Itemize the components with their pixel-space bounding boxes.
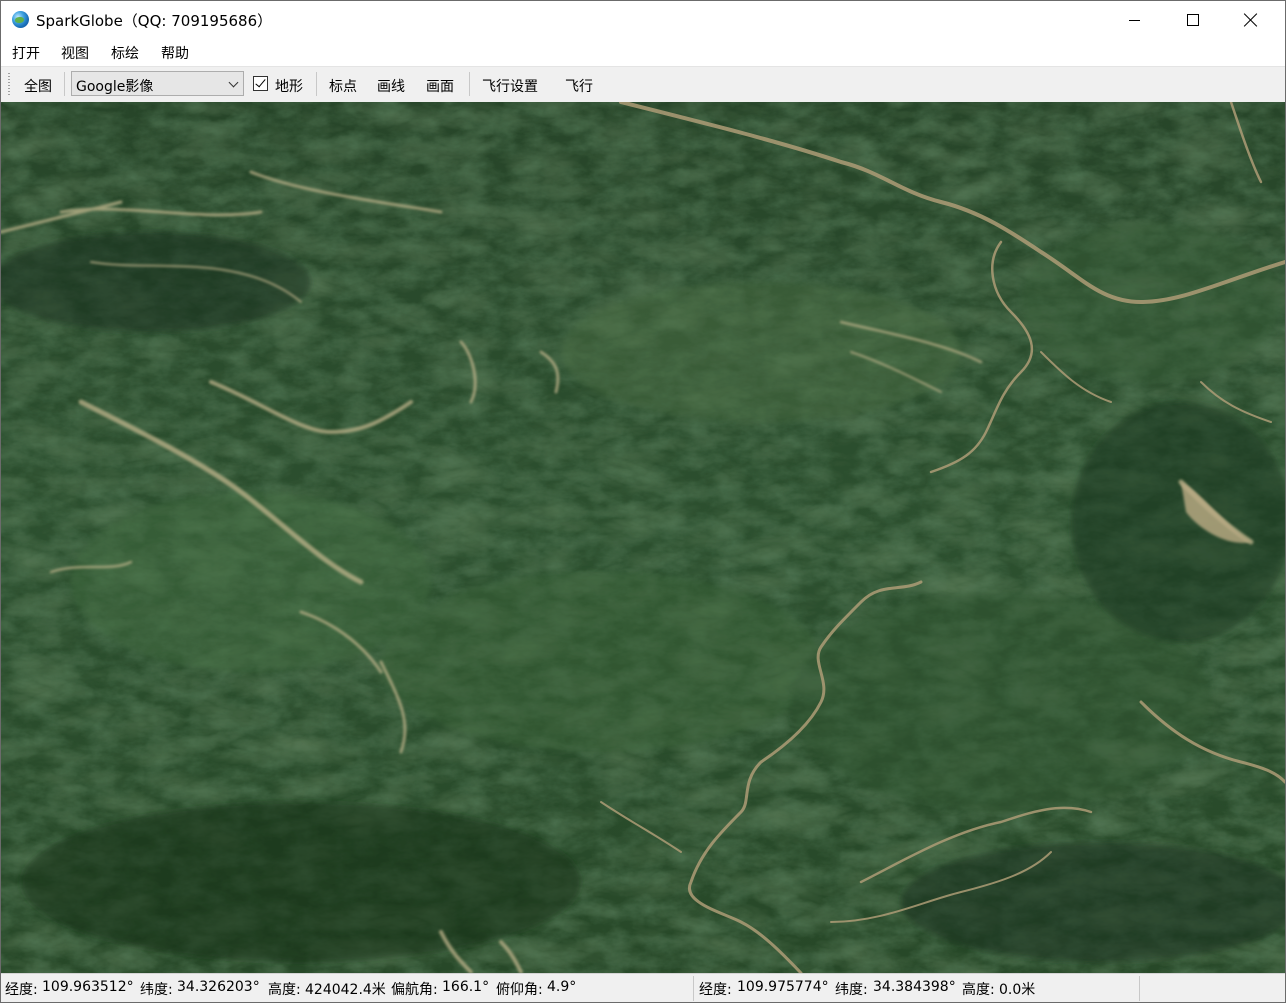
camera-latitude-value: 34.326203°	[177, 979, 260, 995]
cursor-status-pane: 经度: 109.975774° 纬度: 34.384398° 高度: 0.0米	[695, 974, 1139, 1002]
title-bar[interactable]: SparkGlobe（QQ: 709195686）	[1, 1, 1285, 39]
status-divider	[693, 976, 694, 1001]
camera-pitch-value: 4.9°	[547, 979, 577, 995]
chevron-down-icon	[228, 77, 239, 88]
terrain-checkbox-label[interactable]: 地形	[275, 76, 303, 96]
status-bar: 经度: 109.963512° 纬度: 34.326203° 高度: 42404…	[1, 973, 1285, 1002]
cursor-longitude-label: 经度:	[699, 982, 732, 998]
menu-bar: 打开 视图 标绘 帮助	[1, 39, 1285, 65]
layer-select-value: Google影像	[76, 79, 154, 95]
camera-altitude-label: 高度:	[268, 982, 301, 998]
camera-longitude-label: 经度:	[5, 982, 38, 998]
menu-view[interactable]: 视图	[61, 43, 89, 63]
window-title: SparkGlobe（QQ: 709195686）	[36, 12, 273, 30]
cursor-longitude-value: 109.975774°	[737, 979, 829, 995]
status-divider	[1139, 976, 1140, 1001]
globe-viewport[interactable]	[1, 102, 1285, 973]
maximize-button[interactable]	[1164, 1, 1222, 39]
camera-pitch-label: 俯仰角:	[496, 982, 543, 998]
camera-heading-value: 166.1°	[442, 979, 490, 995]
app-window: SparkGlobe（QQ: 709195686） 打开 视图 标绘 帮助 全图…	[0, 0, 1286, 1003]
placemark-button[interactable]: 标点	[329, 76, 357, 96]
close-icon	[1244, 13, 1258, 27]
camera-status-pane: 经度: 109.963512° 纬度: 34.326203° 高度: 42404…	[1, 974, 693, 1002]
globe-icon	[12, 11, 29, 28]
menu-plot[interactable]: 标绘	[111, 43, 139, 63]
draw-line-button[interactable]: 画线	[377, 76, 405, 96]
terrain-imagery	[1, 102, 1285, 973]
cursor-latitude-label: 纬度:	[835, 982, 868, 998]
layer-select[interactable]: Google影像	[71, 71, 244, 96]
menu-help[interactable]: 帮助	[161, 43, 189, 63]
toolbar-separator	[469, 72, 470, 96]
camera-heading-label: 偏航角:	[391, 982, 438, 998]
close-button[interactable]	[1222, 1, 1280, 39]
menu-open[interactable]: 打开	[12, 43, 40, 63]
cursor-altitude-value: 0.0米	[999, 982, 1036, 998]
toolbar-grip[interactable]	[8, 73, 10, 95]
flight-settings-button[interactable]: 飞行设置	[482, 76, 538, 96]
cursor-altitude-label: 高度:	[962, 982, 995, 998]
camera-longitude-value: 109.963512°	[42, 979, 134, 995]
camera-altitude-value: 424042.4米	[305, 982, 386, 998]
maximize-icon	[1187, 14, 1199, 26]
fly-button[interactable]: 飞行	[565, 76, 593, 96]
camera-latitude-label: 纬度:	[140, 982, 173, 998]
minimize-icon	[1128, 19, 1140, 21]
cursor-latitude-value: 34.384398°	[873, 979, 956, 995]
toolbar-separator	[316, 72, 317, 96]
status-pane-empty	[1141, 974, 1285, 1002]
minimize-button[interactable]	[1105, 1, 1163, 39]
full-view-button[interactable]: 全图	[24, 76, 52, 96]
terrain-checkbox[interactable]	[253, 76, 268, 91]
toolbar-separator	[64, 72, 65, 96]
checkmark-icon	[255, 76, 266, 88]
toolbar: 全图 Google影像 地形 标点 画线 画面 飞行设置 飞行	[1, 66, 1285, 103]
draw-polygon-button[interactable]: 画面	[426, 76, 454, 96]
